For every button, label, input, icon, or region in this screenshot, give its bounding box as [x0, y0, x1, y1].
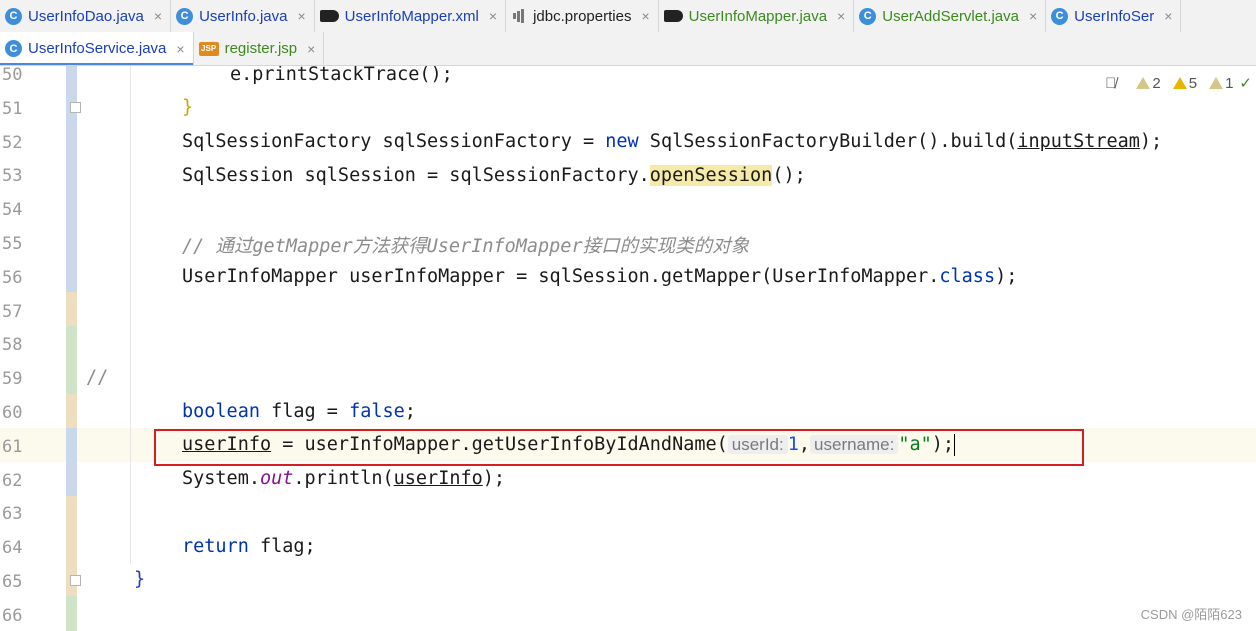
close-tab-icon[interactable]: × — [489, 8, 497, 24]
close-tab-icon[interactable]: × — [641, 8, 649, 24]
watermark: CSDN @陌陌623 — [1140, 607, 1242, 622]
tab-userinfodao-java[interactable]: C UserInfoDao.java × — [0, 0, 172, 32]
java-class-icon: C — [5, 7, 22, 25]
line-number: 66 — [2, 605, 23, 626]
editor-tabs-row-1: C UserInfoDao.java × C UserInfo.java × UserInf… — [0, 0, 1256, 33]
line-number: 62 — [2, 470, 23, 491]
tab-label: UserInfoSer — [1074, 7, 1155, 25]
line-number: 64 — [2, 538, 23, 559]
close-tab-icon[interactable]: × — [1029, 8, 1037, 24]
java-class-icon: C — [176, 7, 194, 25]
line-number: 60 — [2, 403, 23, 423]
close-tab-icon[interactable]: × — [1164, 8, 1172, 24]
line-number: 57 — [2, 301, 23, 322]
mybatis-bird-icon — [663, 10, 683, 22]
line-number: 59 — [2, 369, 23, 390]
tab-userinfo-java[interactable]: C UserInfo.java × — [171, 0, 315, 32]
tab-label: UserInfoService.java — [28, 40, 167, 57]
jsp-file-icon: JSP — [198, 41, 219, 56]
java-class-icon: C — [5, 40, 22, 57]
line-number: 65 — [2, 572, 23, 592]
indent-guide — [130, 66, 131, 564]
code-line-65: } — [134, 569, 146, 590]
tab-jdbc-properties[interactable]: jdbc.properties × — [506, 0, 659, 32]
tab-register-jsp[interactable]: JSP register.jsp × — [194, 32, 325, 65]
tab-useraddservlet-java[interactable]: C UserAddServlet.java × — [854, 0, 1047, 32]
tab-userinfoser[interactable]: C UserInfoSer × — [1046, 0, 1182, 32]
code-line-62: System.out.println(userInfo); — [182, 468, 506, 489]
tab-label: register.jsp — [224, 40, 298, 57]
close-tab-icon[interactable]: × — [307, 41, 315, 57]
tab-label: UserInfoMapper.java — [688, 7, 828, 25]
line-number: 51 — [2, 98, 23, 119]
code-line-55: // 通过getMapper方法获得UserInfoMapper接口的实现类的对… — [182, 236, 750, 257]
editor-tabs-row-2: C UserInfoService.java × JSP register.jsp × — [0, 32, 1256, 66]
code-line-64: return flag; — [182, 536, 316, 557]
line-number: 63 — [2, 504, 23, 525]
tab-userinfoservice-java[interactable]: C UserInfoService.java × — [0, 32, 194, 65]
highlight-box — [154, 429, 1084, 466]
code-editor[interactable]: 50 51 52 53 54 55 56 57 58 59 60 61 62 63 64 65 66 e.pri… — [0, 66, 1256, 631]
tab-label: UserInfo.java — [199, 7, 288, 25]
code-line-53: SqlSession sqlSession = sqlSessionFactor… — [182, 165, 806, 186]
line-number: 58 — [2, 335, 23, 356]
change-bar-other — [66, 394, 77, 428]
code-line-50: e.printStackTrace(); — [230, 66, 453, 85]
change-bar-other — [66, 292, 77, 326]
code-line-51: } — [182, 97, 194, 118]
line-number: 53 — [2, 166, 23, 187]
fold-marker[interactable] — [70, 102, 81, 113]
close-tab-icon[interactable]: × — [154, 8, 162, 24]
line-number: 54 — [2, 200, 23, 221]
line-number: 50 — [2, 66, 23, 85]
mybatis-bird-icon — [319, 10, 339, 22]
java-class-icon: C — [1051, 7, 1069, 25]
code-line-59: // — [86, 367, 109, 388]
change-bar-modified — [66, 66, 77, 292]
tab-label: jdbc.properties — [533, 7, 632, 25]
tab-label: UserInfoMapper.xml — [344, 7, 479, 25]
close-tab-icon[interactable]: × — [176, 41, 184, 57]
line-number: 52 — [2, 132, 23, 153]
tab-userinfomapper-java[interactable]: UserInfoMapper.java × — [659, 0, 855, 32]
close-tab-icon[interactable]: × — [837, 8, 845, 24]
properties-file-icon — [511, 8, 527, 24]
code-line-52: SqlSessionFactory sqlSessionFactory = ne… — [182, 131, 1163, 152]
close-tab-icon[interactable]: × — [297, 8, 305, 24]
code-line-56: UserInfoMapper userInfoMapper = sqlSessi… — [182, 266, 1018, 287]
change-bar-modified — [66, 428, 77, 496]
change-bar-added — [66, 326, 77, 394]
tab-label: UserInfoDao.java — [28, 7, 144, 25]
line-number: 56 — [2, 267, 23, 288]
line-number: 61 — [2, 436, 23, 457]
tab-label: UserAddServlet.java — [882, 7, 1019, 25]
fold-marker[interactable] — [70, 575, 81, 586]
change-bar-added — [66, 596, 77, 631]
line-number: 55 — [2, 234, 23, 254]
tab-userinfomapper-xml[interactable]: UserInfoMapper.xml × — [315, 0, 507, 32]
java-class-icon: C — [859, 7, 877, 25]
code-line-60: boolean flag = false; — [182, 401, 416, 422]
